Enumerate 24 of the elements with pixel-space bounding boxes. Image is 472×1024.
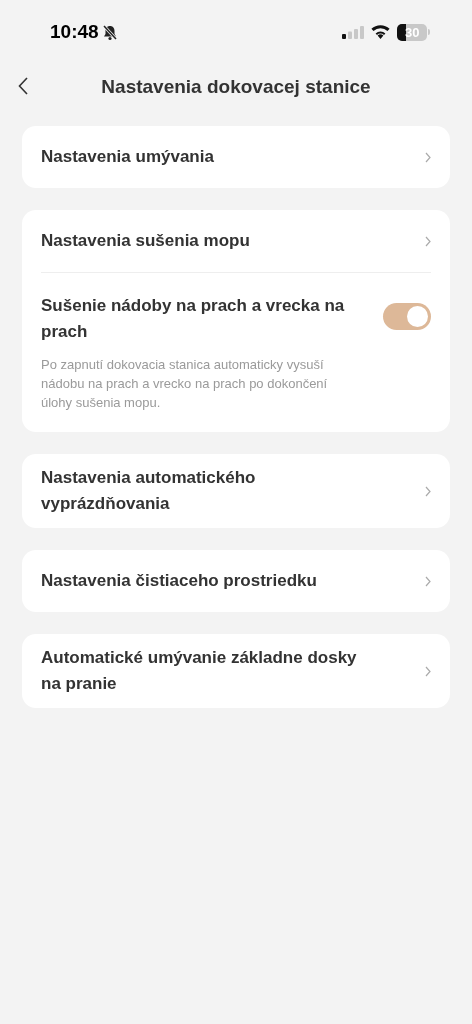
settings-row[interactable]: Nastavenia čistiaceho prostriedku [41, 550, 431, 612]
chevron-icon [425, 485, 431, 497]
settings-row[interactable]: Nastavenia automatického vyprázdňovania [41, 454, 431, 528]
back-icon [18, 77, 28, 95]
row-label: Automatické umývanie základne dosky na pranie [41, 647, 358, 695]
chevron-icon [425, 151, 431, 163]
settings-row[interactable]: Automatické umývanie základne dosky na pranie [41, 634, 431, 708]
page-title: Nastavenia dokovacej stanice [101, 74, 371, 99]
row-label: Nastavenia čistiaceho prostriedku [41, 570, 317, 592]
settings-row[interactable]: Nastavenia sušenia mopu [41, 210, 431, 272]
toggle-switch[interactable] [383, 303, 431, 330]
status-time: 10:48 [50, 19, 99, 44]
chevron-icon [425, 665, 431, 677]
wifi-icon [371, 25, 390, 39]
toggle-description: Po zapnutí dokovacia stanica automaticky vysuší nádobu na prach a vrecko na prach po dokončení úlohy sušenia mopu. [41, 356, 329, 412]
toggle-label: Sušenie nádoby na prach a vrecka na prach [41, 295, 346, 343]
row-label: Nastavenia umývania [41, 146, 214, 168]
settings-row[interactable]: Nastavenia umývania [41, 126, 431, 188]
row-label: Nastavenia sušenia mopu [41, 230, 250, 252]
muted-bell-icon [101, 23, 118, 41]
row-label: Nastavenia automatického vyprázdňovania [41, 467, 257, 515]
signal-icon [342, 25, 364, 39]
chevron-icon [425, 235, 431, 247]
chevron-icon [425, 575, 431, 587]
